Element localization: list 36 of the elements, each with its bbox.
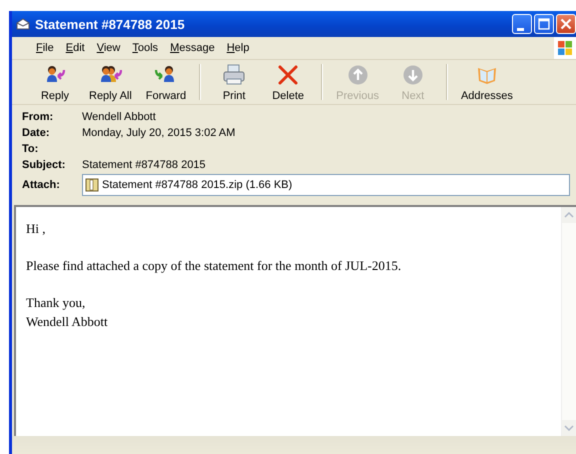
print-button[interactable]: Print bbox=[210, 60, 258, 104]
addresses-button[interactable]: Addresses bbox=[456, 60, 517, 104]
field-value: Statement #874788 2015 bbox=[82, 158, 207, 173]
menu-item[interactable]: Tools bbox=[126, 42, 164, 54]
field-label: Attach: bbox=[22, 178, 61, 192]
delete-button[interactable]: Delete bbox=[264, 60, 312, 104]
envelope-icon bbox=[16, 18, 30, 30]
printer-icon bbox=[222, 64, 246, 86]
minimize-button[interactable] bbox=[512, 14, 532, 34]
message-line: Wendell Abbott bbox=[26, 312, 109, 330]
field-value: Wendell Abbott bbox=[82, 110, 157, 125]
message-line: Hi , bbox=[26, 220, 46, 238]
field-label: Date: bbox=[22, 126, 51, 141]
menu-item[interactable]: View bbox=[90, 42, 126, 54]
close-button[interactable] bbox=[556, 14, 576, 34]
zip-file-icon bbox=[85, 178, 99, 192]
field-label: Subject: bbox=[22, 158, 66, 173]
minimize-icon bbox=[516, 28, 524, 30]
message-line: Please find attached a copy of the statement for the month of JUL-2015. bbox=[26, 257, 402, 275]
field-label: To: bbox=[22, 142, 40, 157]
x-mark-icon bbox=[276, 64, 300, 86]
message-line: Thank you, bbox=[26, 294, 86, 312]
menu-item[interactable]: File bbox=[30, 42, 60, 54]
reply-button[interactable]: Reply bbox=[31, 60, 79, 104]
menu-item[interactable]: Help bbox=[220, 42, 256, 54]
maximize-button[interactable] bbox=[534, 14, 554, 34]
windows-flag-icon bbox=[554, 37, 576, 59]
attachment-name[interactable]: Statement #874788 2015.zip (1.66 KB) bbox=[102, 179, 292, 191]
forward-button[interactable]: Forward bbox=[142, 60, 190, 104]
reply-all-button[interactable]: Reply All bbox=[85, 60, 136, 104]
menu-item[interactable]: Edit bbox=[60, 42, 91, 54]
window-title: Statement #874788 2015 bbox=[35, 16, 186, 32]
menu-item[interactable]: Message bbox=[164, 42, 221, 54]
field-label: From: bbox=[22, 110, 54, 125]
attachment-field[interactable]: Statement #874788 2015.zip (1.66 KB) bbox=[82, 174, 570, 196]
field-value: Monday, July 20, 2015 3:02 AM bbox=[82, 126, 236, 141]
